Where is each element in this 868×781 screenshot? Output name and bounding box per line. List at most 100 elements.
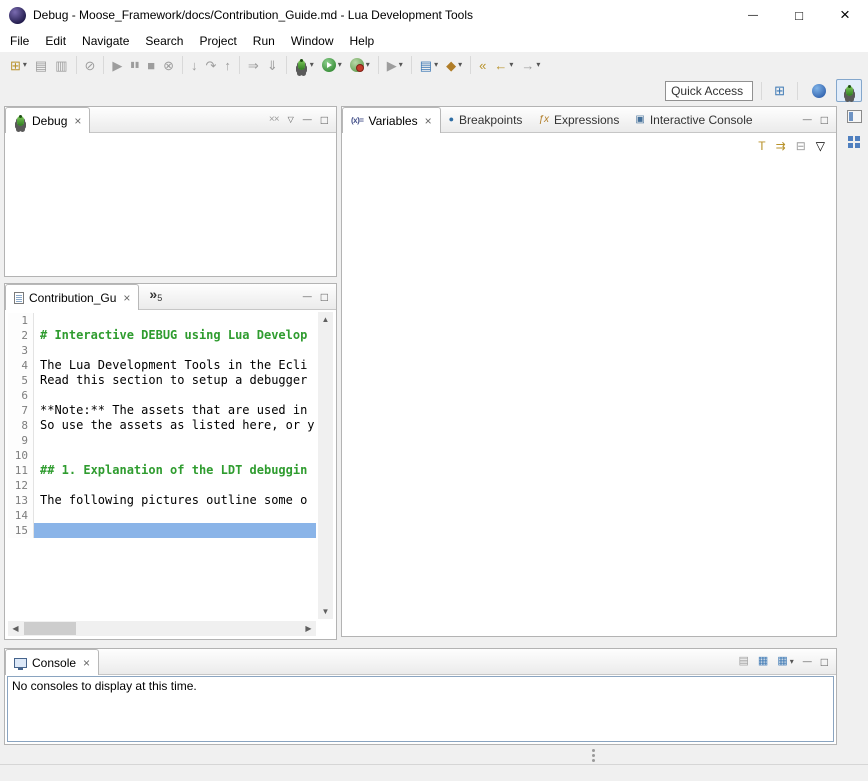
close-tab-icon[interactable]: × — [83, 656, 90, 670]
editor-line[interactable]: 14 — [8, 508, 316, 523]
use-step-filters-button[interactable]: ⇒ — [244, 54, 263, 77]
terminate-button[interactable]: ■ — [143, 54, 159, 77]
debug-button[interactable]: ▾ — [291, 54, 318, 77]
editor-line[interactable]: 9 — [8, 433, 316, 448]
debug-view-body[interactable] — [6, 133, 335, 275]
editor-line[interactable]: 7 **Note:** The assets that are used in — [8, 403, 316, 418]
minimize-view-icon[interactable]: — — [803, 657, 812, 666]
menu-item[interactable]: File — [2, 30, 37, 52]
scroll-down-icon[interactable]: ▼ — [318, 604, 333, 619]
scroll-up-icon[interactable]: ▲ — [318, 312, 333, 327]
console-output[interactable]: No consoles to display at this time. — [7, 676, 834, 742]
collapse-all-icon[interactable]: ⊟ — [796, 140, 806, 152]
maximize-view-icon[interactable]: □ — [321, 114, 328, 126]
scroll-right-icon[interactable]: ▶ — [301, 621, 316, 636]
line-number[interactable]: 14 — [8, 508, 34, 523]
trim-drag-handle[interactable] — [592, 749, 596, 763]
scroll-left-icon[interactable]: ◀ — [8, 621, 23, 636]
step-over-button[interactable]: ↷ — [202, 54, 221, 77]
view-tab[interactable]: ● Breakpoints × — [441, 107, 531, 132]
new-lua-wizard-button[interactable]: ▤ ▾ — [416, 54, 442, 77]
editor-body[interactable]: 1 2 # Interactive DEBUG using Lua Develo… — [6, 310, 335, 638]
step-return-button[interactable]: ↑ — [220, 54, 235, 77]
line-number[interactable]: 3 — [8, 343, 34, 358]
pin-console-icon[interactable]: ▤ — [739, 656, 749, 667]
editor-line[interactable]: 13 The following pictures outline some o — [8, 493, 316, 508]
line-number[interactable]: 7 — [8, 403, 34, 418]
minimize-view-icon[interactable]: — — [303, 292, 312, 301]
drop-to-frame-button[interactable]: ⇓ — [263, 54, 282, 77]
open-console-button[interactable]: ▦ ▾ — [777, 656, 793, 667]
line-number[interactable]: 8 — [8, 418, 34, 433]
maximize-view-icon[interactable]: □ — [821, 114, 828, 126]
line-number[interactable]: 2 — [8, 328, 34, 343]
line-number[interactable]: 1 — [8, 313, 34, 328]
menu-item[interactable]: Help — [342, 30, 383, 52]
console-tab[interactable]: Console × — [5, 649, 99, 675]
close-tab-icon[interactable]: × — [74, 114, 81, 128]
save-all-button[interactable]: ▥ — [51, 54, 71, 77]
maximize-view-icon[interactable]: □ — [821, 656, 828, 668]
line-number[interactable]: 15 — [8, 523, 34, 538]
show-type-names-icon[interactable]: T — [758, 140, 765, 152]
minimize-view-icon[interactable]: — — [803, 115, 812, 124]
line-number[interactable]: 9 — [8, 433, 34, 448]
editor-line[interactable]: 5 Read this section to setup a debugger — [8, 373, 316, 388]
close-window-button[interactable]: × — [822, 0, 868, 30]
line-number[interactable]: 5 — [8, 373, 34, 388]
line-number[interactable]: 4 — [8, 358, 34, 373]
menu-item[interactable]: Edit — [37, 30, 74, 52]
close-tab-icon[interactable]: × — [123, 291, 130, 305]
external-tools-button[interactable]: ▶ ▾ — [383, 54, 407, 77]
editor-lines[interactable]: 1 2 # Interactive DEBUG using Lua Develo… — [8, 313, 316, 619]
menu-item[interactable]: Project — [191, 30, 244, 52]
forward-button[interactable]: → ▾ — [517, 54, 544, 77]
line-number[interactable]: 10 — [8, 448, 34, 463]
editor-line[interactable]: 2 # Interactive DEBUG using Lua Develop — [8, 328, 316, 343]
editor-line[interactable]: 15 — [8, 523, 316, 538]
maximize-view-icon[interactable]: □ — [321, 291, 328, 303]
maximize-window-button[interactable]: □ — [776, 0, 822, 30]
last-edit-location-button[interactable]: « — [475, 54, 490, 77]
line-number[interactable]: 12 — [8, 478, 34, 493]
open-element-button[interactable]: ◆ ▾ — [442, 54, 466, 77]
view-menu-icon[interactable]: ▽ — [816, 140, 825, 152]
minimize-window-button[interactable]: — — [730, 0, 776, 30]
view-tab[interactable]: (x)= Variables × — [342, 107, 441, 133]
coverage-button[interactable]: ▾ — [346, 54, 374, 77]
editor-horizontal-scrollbar[interactable]: ◀ ▶ — [8, 621, 316, 636]
show-logical-structure-icon[interactable]: ⇉ — [776, 140, 786, 152]
display-selected-console-icon[interactable]: ▦ — [758, 656, 768, 667]
editor-tab[interactable]: Contribution_Gu × — [5, 284, 139, 310]
editor-line[interactable]: 1 — [8, 313, 316, 328]
debug-view-tab[interactable]: Debug × — [5, 107, 90, 133]
view-tab[interactable]: ▣ Interactive Console × — [627, 107, 760, 132]
line-number[interactable]: 11 — [8, 463, 34, 478]
menu-item[interactable]: Run — [245, 30, 283, 52]
editor-line[interactable]: 4 The Lua Development Tools in the Ecli — [8, 358, 316, 373]
close-tab-icon[interactable]: × — [425, 114, 432, 128]
save-button[interactable]: ▤ — [31, 54, 51, 77]
back-button[interactable]: ← ▾ — [490, 54, 517, 77]
menu-item[interactable]: Search — [137, 30, 191, 52]
view-tab[interactable]: ƒx Expressions × — [530, 107, 627, 132]
run-button[interactable]: ▾ — [318, 54, 346, 77]
resume-button[interactable]: ▶ — [108, 54, 126, 77]
new-wizard-button[interactable]: ⊞ ▾ — [6, 54, 31, 77]
editor-tab-overflow[interactable]: » 5 — [139, 284, 168, 309]
editor-line[interactable]: 8 So use the assets as listed here, or y — [8, 418, 316, 433]
minimize-view-icon[interactable]: — — [303, 115, 312, 124]
variables-body[interactable] — [343, 158, 835, 635]
restore-outline-button[interactable] — [844, 132, 864, 152]
debug-perspective-button[interactable] — [836, 79, 862, 102]
editor-line[interactable]: 10 — [8, 448, 316, 463]
lua-perspective-button[interactable] — [806, 79, 832, 102]
editor-line[interactable]: 11 ## 1. Explanation of the LDT debuggin — [8, 463, 316, 478]
line-number[interactable]: 13 — [8, 493, 34, 508]
editor-vertical-scrollbar[interactable]: ▲ ▼ — [318, 312, 333, 619]
remove-terminated-icon[interactable]: ×× — [269, 115, 279, 125]
menu-item[interactable]: Navigate — [74, 30, 137, 52]
suspend-button[interactable]: ▮▮ — [126, 54, 143, 77]
editor-line[interactable]: 12 — [8, 478, 316, 493]
disconnect-button[interactable]: ⊗ — [159, 54, 178, 77]
